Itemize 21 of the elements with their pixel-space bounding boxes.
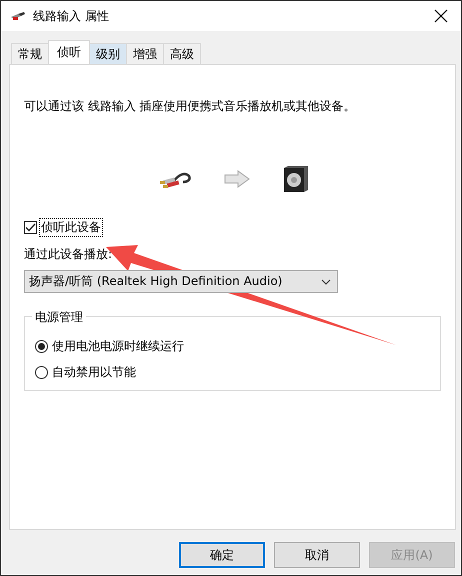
tab[interactable]: 高级 bbox=[163, 43, 201, 64]
radio-button[interactable] bbox=[35, 340, 48, 352]
playback-dropdown[interactable]: 扬声器/听筒 (Realtek High Definition Audio) bbox=[24, 270, 338, 293]
chevron-icon bbox=[321, 278, 331, 284]
speaker-icon bbox=[283, 165, 309, 193]
description-text: 可以通过该 线路输入 插座使用便携式音乐播放机或其他设备。 bbox=[24, 98, 357, 115]
close-icon bbox=[434, 9, 448, 23]
radio-label[interactable]: 自动禁用以节能 bbox=[52, 364, 136, 380]
tab[interactable]: 级别 bbox=[89, 43, 127, 64]
tab[interactable]: 常规 bbox=[11, 43, 49, 64]
radio-button[interactable] bbox=[35, 366, 48, 378]
dialog-button[interactable]: 取消 bbox=[274, 542, 360, 568]
arrow-icon bbox=[224, 170, 250, 188]
window-title: 线路输入 属性 bbox=[33, 8, 110, 24]
plug-icon bbox=[9, 10, 27, 22]
checkbox-label[interactable]: 侦听此设备 bbox=[39, 218, 103, 237]
dialog-button[interactable]: 确定 bbox=[179, 542, 265, 568]
tab[interactable]: 侦听 bbox=[48, 40, 90, 64]
checkbox[interactable] bbox=[24, 221, 37, 234]
radio-label[interactable]: 使用电池电源时继续运行 bbox=[52, 338, 184, 354]
playback-label: 通过此设备播放: bbox=[24, 246, 114, 263]
